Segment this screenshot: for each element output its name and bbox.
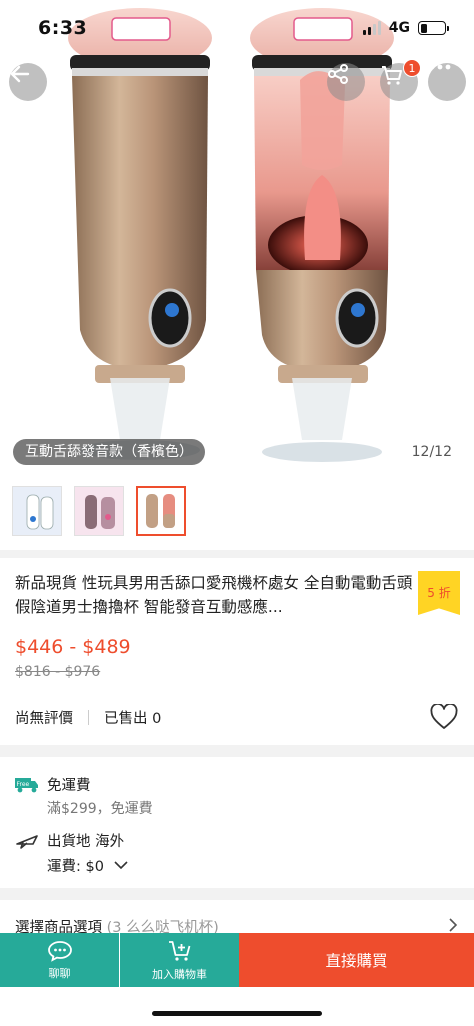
section-divider: [0, 745, 474, 757]
signal-icon: [362, 21, 381, 35]
like-button[interactable]: [430, 703, 458, 734]
shipping-origin: 出貨地 海外: [47, 834, 125, 850]
shipping-fee: 運費: $0: [47, 859, 104, 875]
chat-label: 聊聊: [48, 966, 71, 980]
product-title: 新品現貨 性玩具男用舌舔口愛飛機杯處女 全自動電動舌頭假陰道男士擼擼杯 智能發音…: [15, 574, 413, 616]
share-icon: [328, 64, 348, 84]
more-button[interactable]: [428, 63, 466, 101]
image-page-counter: 12/12: [403, 439, 460, 465]
thumbnail-1[interactable]: [12, 486, 62, 536]
chat-button[interactable]: 聊聊: [0, 933, 119, 987]
rating-text[interactable]: 尚無評價: [15, 707, 73, 728]
plane-icon: [16, 835, 38, 849]
battery-icon: [418, 21, 449, 35]
shipping-origin-row[interactable]: 出貨地 海外 運費: $0: [15, 830, 128, 876]
network-type: 4G: [388, 20, 410, 36]
section-divider: [0, 550, 474, 558]
add-to-cart-button[interactable]: 加入購物車: [120, 933, 239, 987]
arrow-left-icon: [10, 65, 30, 83]
product-image-gallery[interactable]: 1 互動舌舔發音款（香檳色） 12/12: [0, 0, 474, 474]
free-shipping-title: 免運費: [47, 778, 91, 794]
sold-count: 已售出 0: [104, 711, 162, 727]
free-shipping-icon: Free: [15, 778, 38, 793]
free-shipping-row[interactable]: Free 免運費 滿$299，免運費: [15, 774, 153, 818]
bottom-action-bar: 聊聊 加入購物車 直接購買: [0, 933, 474, 987]
chevron-down-icon: [114, 861, 128, 870]
more-icon: [429, 64, 451, 70]
original-price: $816 - $976: [15, 664, 101, 680]
cart-badge: 1: [403, 59, 421, 77]
chat-icon: [47, 940, 72, 962]
discount-badge: 5 折: [418, 571, 460, 615]
thumbnail-2[interactable]: [74, 486, 124, 536]
status-bar: 6:33 4G: [0, 0, 474, 56]
section-divider: [0, 888, 474, 900]
chevron-right-icon: [449, 918, 458, 932]
cart-icon: [382, 66, 402, 85]
heart-icon: [430, 703, 458, 729]
add-to-cart-label: 加入購物車: [152, 967, 207, 981]
product-stats: 尚無評價 已售出 0: [15, 707, 161, 728]
add-to-cart-icon: [168, 940, 190, 961]
product-price: $446 - $489: [15, 636, 131, 658]
free-shipping-condition: 滿$299，免運費: [47, 801, 153, 817]
status-time: 6:33: [38, 17, 88, 39]
share-button[interactable]: [327, 63, 365, 101]
variant-label: 互動舌舔發音款（香檳色）: [13, 439, 205, 465]
thumbnail-3[interactable]: [136, 486, 186, 536]
status-indicators: 4G: [362, 20, 449, 36]
svg-text:Free: Free: [17, 781, 30, 788]
back-button[interactable]: [9, 63, 47, 101]
home-indicator: [152, 1011, 322, 1016]
left-device: [68, 8, 212, 460]
thumbnail-strip: [12, 486, 186, 536]
right-device: [250, 8, 394, 462]
cart-button[interactable]: 1: [380, 59, 421, 101]
buy-now-button[interactable]: 直接購買: [239, 933, 474, 987]
